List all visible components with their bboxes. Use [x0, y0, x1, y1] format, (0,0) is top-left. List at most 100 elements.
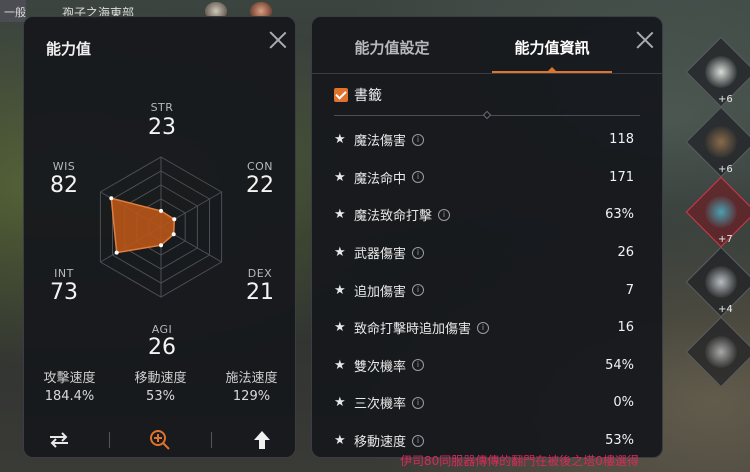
stat-row[interactable]: ★ 魔法傷害 i 118: [334, 121, 644, 159]
stat-name: 魔法傷害: [354, 134, 407, 150]
stat-name: 追加傷害: [354, 284, 407, 300]
move-speed: 移動速度 53%: [121, 367, 201, 407]
int-label: INT: [54, 267, 74, 280]
tab-underline: [312, 73, 662, 74]
stat-name: 三次機率: [354, 397, 407, 413]
stat-row[interactable]: ★ 魔法命中 i 171: [334, 159, 644, 197]
info-icon[interactable]: i: [412, 359, 425, 372]
toolbar-divider: [109, 432, 111, 448]
stat-row[interactable]: ★ 雙次機率 i 54%: [334, 347, 644, 385]
con-label: CON: [246, 160, 274, 173]
section-divider: [334, 110, 640, 120]
dex-value: 21: [246, 280, 274, 305]
swap-arrows-icon: [50, 432, 69, 448]
attack-speed: 攻擊速度 184.4%: [30, 367, 110, 407]
stat-value: 53%: [605, 433, 634, 449]
star-icon[interactable]: ★: [334, 433, 354, 448]
info-icon[interactable]: i: [412, 396, 425, 409]
agi-value: 26: [148, 335, 176, 360]
empty-slot-icon: [705, 336, 737, 368]
zoom-in-icon: [150, 430, 171, 450]
info-icon[interactable]: i: [438, 208, 451, 221]
star-icon[interactable]: ★: [334, 170, 354, 185]
stat-value: 7: [625, 282, 634, 298]
swap-button[interactable]: [39, 425, 79, 455]
str-label: STR: [150, 101, 174, 114]
tab-stat-info[interactable]: 能力值資訊: [472, 17, 632, 73]
enhance-level: +7: [718, 234, 733, 245]
cast-speed: 施法速度 129%: [212, 367, 292, 407]
stat-name: 移動速度: [354, 435, 407, 451]
attack-speed-label: 攻擊速度: [43, 371, 96, 386]
radar-point-agi: [159, 243, 163, 248]
cast-speed-value: 129%: [232, 389, 271, 404]
radar-point-con: [172, 217, 177, 222]
dex-label: DEX: [247, 267, 273, 280]
info-icon[interactable]: i: [477, 321, 490, 334]
wis-value: 82: [50, 173, 78, 198]
stat-value: 63%: [605, 207, 634, 223]
cloak-icon: [705, 126, 737, 158]
toolbar-divider: [210, 432, 212, 448]
weapon-icon: [705, 196, 737, 228]
close-icon[interactable]: [636, 31, 654, 49]
star-icon[interactable]: ★: [334, 132, 354, 147]
enhance-level: +6: [718, 94, 733, 105]
enhance-level: +6: [718, 164, 733, 175]
stat-name: 魔法命中: [354, 171, 407, 187]
info-icon[interactable]: i: [412, 246, 425, 259]
zoom-button[interactable]: [140, 425, 180, 455]
int-value: 73: [50, 280, 78, 305]
info-icon[interactable]: i: [412, 434, 425, 447]
info-icon[interactable]: i: [412, 171, 425, 184]
stat-row[interactable]: ★ 追加傷害 i 7: [334, 271, 644, 309]
stat-name: 雙次機率: [354, 359, 407, 375]
enhance-level: +4: [718, 304, 733, 315]
arrow-up-icon: [253, 431, 270, 449]
system-ticker: 伊司80同服器傳傳的翻門在被後之塔0樓選得: [400, 454, 639, 468]
star-icon[interactable]: ★: [334, 245, 354, 260]
str-value: 23: [148, 115, 176, 140]
stat-value: 26: [617, 245, 634, 261]
stat-info-panel: 能力值設定 能力值資訊 書籤 ★ 魔法傷害 i 118 ★ 魔法命中 i 171 ★ 魔法致命打擊…: [311, 16, 663, 458]
stat-row[interactable]: ★ 魔法致命打擊 i 63%: [334, 196, 644, 234]
info-icon[interactable]: i: [412, 133, 425, 146]
stat-value: 0%: [613, 395, 634, 411]
attack-speed-value: 184.4%: [44, 389, 95, 404]
stats-radar: STR 23 CON 22 DEX 21 AGI 26 INT 73 WIS 8…: [24, 87, 297, 367]
stat-row[interactable]: ★ 三次機率 i 0%: [334, 384, 644, 422]
wis-label: WIS: [52, 160, 76, 173]
con-value: 22: [246, 173, 274, 198]
speed-stats: 攻擊速度 184.4% 移動速度 53% 施法速度 129%: [24, 367, 297, 407]
stat-name: 致命打擊時追加傷害: [354, 322, 472, 338]
mode-label: 一般: [4, 6, 26, 19]
radar-value-shape: [110, 197, 176, 254]
star-icon[interactable]: ★: [334, 395, 354, 410]
star-icon[interactable]: ★: [334, 207, 354, 222]
stats-panel: 能力值 STR 23 CON 22 DEX 21 AGI 26 INT 73 W…: [23, 16, 296, 458]
bookmark-label: 書籤: [354, 88, 382, 104]
bookmark-toggle[interactable]: 書籤: [334, 85, 382, 105]
info-icon[interactable]: i: [412, 284, 425, 297]
stat-tabs: 能力值設定 能力值資訊: [312, 17, 632, 73]
stat-value: 171: [609, 169, 634, 185]
star-icon[interactable]: ★: [334, 283, 354, 298]
stat-row[interactable]: ★ 致命打擊時追加傷害 i 16: [334, 309, 644, 347]
tab-stat-settings[interactable]: 能力值設定: [312, 17, 472, 73]
radar-point-dex: [171, 232, 176, 237]
cast-speed-label: 施法速度: [225, 371, 278, 386]
radar-point-int: [114, 250, 119, 255]
checkbox-checked-icon[interactable]: [334, 88, 348, 102]
stat-value: 54%: [605, 357, 634, 373]
gauntlet-icon: [705, 266, 737, 298]
stat-name: 武器傷害: [354, 247, 407, 263]
star-icon[interactable]: ★: [334, 358, 354, 373]
stat-row[interactable]: ★ 武器傷害 i 26: [334, 234, 644, 272]
divider-ornament: [482, 110, 492, 120]
upload-button[interactable]: [242, 425, 282, 455]
close-icon[interactable]: [269, 31, 287, 49]
stat-name: 魔法致命打擊: [354, 209, 433, 225]
stats-toolbar: [24, 422, 297, 458]
move-speed-value: 53%: [146, 389, 175, 404]
star-icon[interactable]: ★: [334, 320, 354, 335]
